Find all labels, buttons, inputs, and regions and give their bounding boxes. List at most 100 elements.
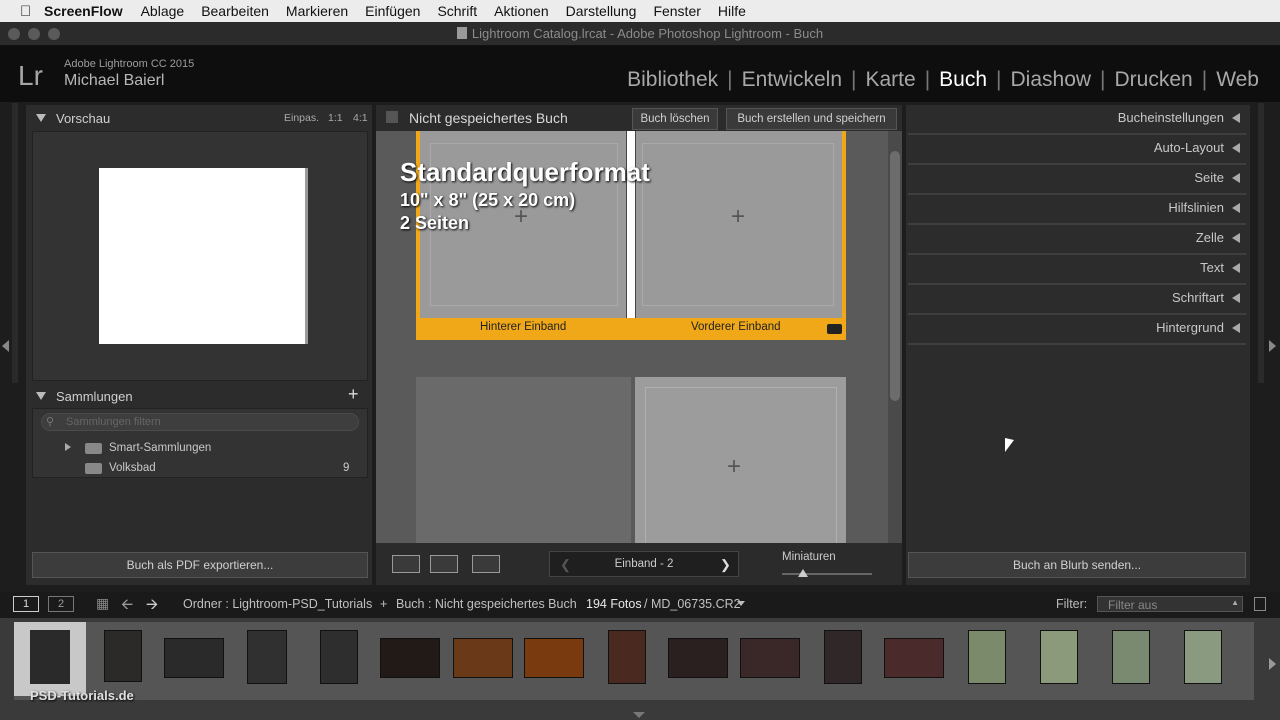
- collapse-triangle-icon[interactable]: [36, 392, 46, 400]
- expand-triangle-icon[interactable]: [65, 443, 71, 451]
- page-label: Einband - 2: [614, 558, 674, 570]
- photo-thumbnail[interactable]: [164, 638, 224, 678]
- zoom-4-1-option[interactable]: 4:1: [353, 112, 368, 124]
- module-web[interactable]: Web: [1207, 68, 1268, 92]
- collapse-arrow-icon[interactable]: [1232, 113, 1240, 123]
- filmstrip-header: 1 2 ▦ 🡨 🡪 Ordner : Lightroom-PSD_Tutoria…: [0, 592, 1280, 618]
- collapse-arrow-icon[interactable]: [1232, 263, 1240, 273]
- collapse-arrow-icon[interactable]: [1232, 143, 1240, 153]
- photo-thumbnail[interactable]: [1184, 630, 1222, 684]
- apple-icon[interactable]: : [20, 3, 44, 20]
- zoom-fit-option[interactable]: Einpas.: [284, 112, 319, 124]
- miniatures-slider[interactable]: [782, 569, 872, 577]
- menu-schrift[interactable]: Schrift: [437, 3, 477, 19]
- menu-bearbeiten[interactable]: Bearbeiten: [201, 3, 269, 19]
- mouse-cursor: [1005, 438, 1014, 452]
- search-icon: ⚲: [46, 416, 55, 428]
- source-folder[interactable]: Ordner : Lightroom-PSD_Tutorials: [183, 597, 372, 611]
- photo-thumbnail[interactable]: [608, 630, 646, 684]
- module-buch[interactable]: Buch: [930, 68, 996, 92]
- bottom-panel-toggle-icon[interactable]: [633, 712, 645, 718]
- module-karte[interactable]: Karte: [856, 68, 924, 92]
- collapse-arrow-icon[interactable]: [1232, 233, 1240, 243]
- menu-hilfe[interactable]: Hilfe: [718, 3, 746, 19]
- photo-thumbnail[interactable]: [524, 638, 584, 678]
- add-collection-icon[interactable]: +: [348, 384, 359, 405]
- collections-search-input[interactable]: ⚲ Sammlungen filtern: [41, 413, 359, 431]
- photo-thumbnail[interactable]: [453, 638, 513, 678]
- panel-auto-layout[interactable]: Auto-Layout: [908, 135, 1246, 165]
- next-page-icon[interactable]: ❯: [720, 557, 731, 573]
- forward-arrow-icon[interactable]: 🡪: [146, 594, 158, 619]
- menu-ablage[interactable]: Ablage: [141, 3, 185, 19]
- module-drucken[interactable]: Drucken: [1106, 68, 1202, 92]
- menu-app-name[interactable]: ScreenFlow: [44, 3, 123, 19]
- filmstrip: PSD-Tutorials.de: [0, 618, 1280, 720]
- menu-markieren[interactable]: Markieren: [286, 3, 348, 19]
- filter-select[interactable]: Filter aus ▲: [1097, 596, 1243, 612]
- filter-lock-icon[interactable]: [1254, 597, 1266, 611]
- photo-thumbnail[interactable]: [668, 638, 728, 678]
- single-page-view-button[interactable]: [472, 555, 500, 573]
- page-photo-cell[interactable]: +: [727, 453, 741, 481]
- file-dropdown-icon[interactable]: [737, 601, 745, 606]
- menu-aktionen[interactable]: Aktionen: [494, 3, 548, 19]
- preview-header[interactable]: Vorschau: [36, 111, 110, 126]
- module-bibliothek[interactable]: Bibliothek: [618, 68, 727, 92]
- collection-item-smart[interactable]: Smart-Sammlungen: [33, 440, 367, 458]
- panel-text[interactable]: Text: [908, 255, 1246, 285]
- export-pdf-button[interactable]: Buch als PDF exportieren...: [32, 552, 368, 578]
- cover-options-dropdown[interactable]: [827, 324, 842, 334]
- panel-seite[interactable]: Seite: [908, 165, 1246, 195]
- primary-window-button[interactable]: 1: [13, 596, 39, 612]
- create-book-button[interactable]: Buch erstellen und speichern: [726, 108, 897, 130]
- panel-zelle[interactable]: Zelle: [908, 225, 1246, 255]
- book-pages-scroll[interactable]: + + Hinterer Einband Vorderer Einband St…: [376, 131, 888, 543]
- scrollbar-thumb[interactable]: [890, 151, 900, 401]
- right-panel-toggle-icon[interactable]: [1269, 340, 1276, 352]
- panel-hintergrund[interactable]: Hintergrund: [908, 315, 1246, 345]
- grid-view-icon[interactable]: ▦: [96, 595, 109, 612]
- secondary-window-button[interactable]: 2: [48, 596, 74, 612]
- page-left-dark[interactable]: [416, 377, 631, 543]
- menu-darstellung[interactable]: Darstellung: [566, 3, 637, 19]
- page-right[interactable]: +: [635, 377, 846, 543]
- panel-bucheinstellungen[interactable]: Bucheinstellungen: [908, 105, 1246, 135]
- slider-thumb[interactable]: [798, 569, 808, 577]
- panel-schriftart[interactable]: Schriftart: [908, 285, 1246, 315]
- delete-book-button[interactable]: Buch löschen: [632, 108, 718, 130]
- collections-header[interactable]: Sammlungen: [36, 389, 133, 404]
- multi-page-view-button[interactable]: [392, 555, 420, 573]
- photo-thumbnail[interactable]: [320, 630, 358, 684]
- menu-einfuegen[interactable]: Einfügen: [365, 3, 420, 19]
- filmstrip-scroll-right-icon[interactable]: [1269, 658, 1276, 670]
- collection-item-volksbad[interactable]: Volksbad 9: [33, 460, 367, 478]
- filmstrip-cell-selected[interactable]: [14, 622, 86, 696]
- front-cover-photo-cell[interactable]: +: [731, 203, 745, 231]
- spread-view-button[interactable]: [430, 555, 458, 573]
- photo-thumbnail[interactable]: [884, 638, 944, 678]
- photo-thumbnail[interactable]: [247, 630, 287, 684]
- photo-thumbnail[interactable]: [824, 630, 862, 684]
- collapse-arrow-icon[interactable]: [1232, 173, 1240, 183]
- photo-thumbnail[interactable]: [968, 630, 1006, 684]
- photo-thumbnail[interactable]: [104, 630, 142, 682]
- vertical-scrollbar[interactable]: [888, 131, 902, 543]
- source-book[interactable]: Buch : Nicht gespeichertes Buch: [396, 597, 577, 611]
- photo-thumbnail[interactable]: [1040, 630, 1078, 684]
- collapse-arrow-icon[interactable]: [1232, 323, 1240, 333]
- panel-hilfslinien[interactable]: Hilfslinien: [908, 195, 1246, 225]
- menu-fenster[interactable]: Fenster: [653, 3, 700, 19]
- send-to-blurb-button[interactable]: Buch an Blurb senden...: [908, 552, 1246, 578]
- collapse-arrow-icon[interactable]: [1232, 203, 1240, 213]
- left-panel-toggle-icon[interactable]: [2, 340, 9, 352]
- back-arrow-icon[interactable]: 🡨: [121, 594, 133, 619]
- zoom-1-1-option[interactable]: 1:1: [328, 112, 343, 124]
- photo-thumbnail[interactable]: [740, 638, 800, 678]
- photo-thumbnail[interactable]: [380, 638, 440, 678]
- module-entwickeln[interactable]: Entwickeln: [733, 68, 851, 92]
- collapse-arrow-icon[interactable]: [1232, 293, 1240, 303]
- photo-thumbnail[interactable]: [1112, 630, 1150, 684]
- collapse-triangle-icon[interactable]: [36, 114, 46, 122]
- module-diashow[interactable]: Diashow: [1002, 68, 1101, 92]
